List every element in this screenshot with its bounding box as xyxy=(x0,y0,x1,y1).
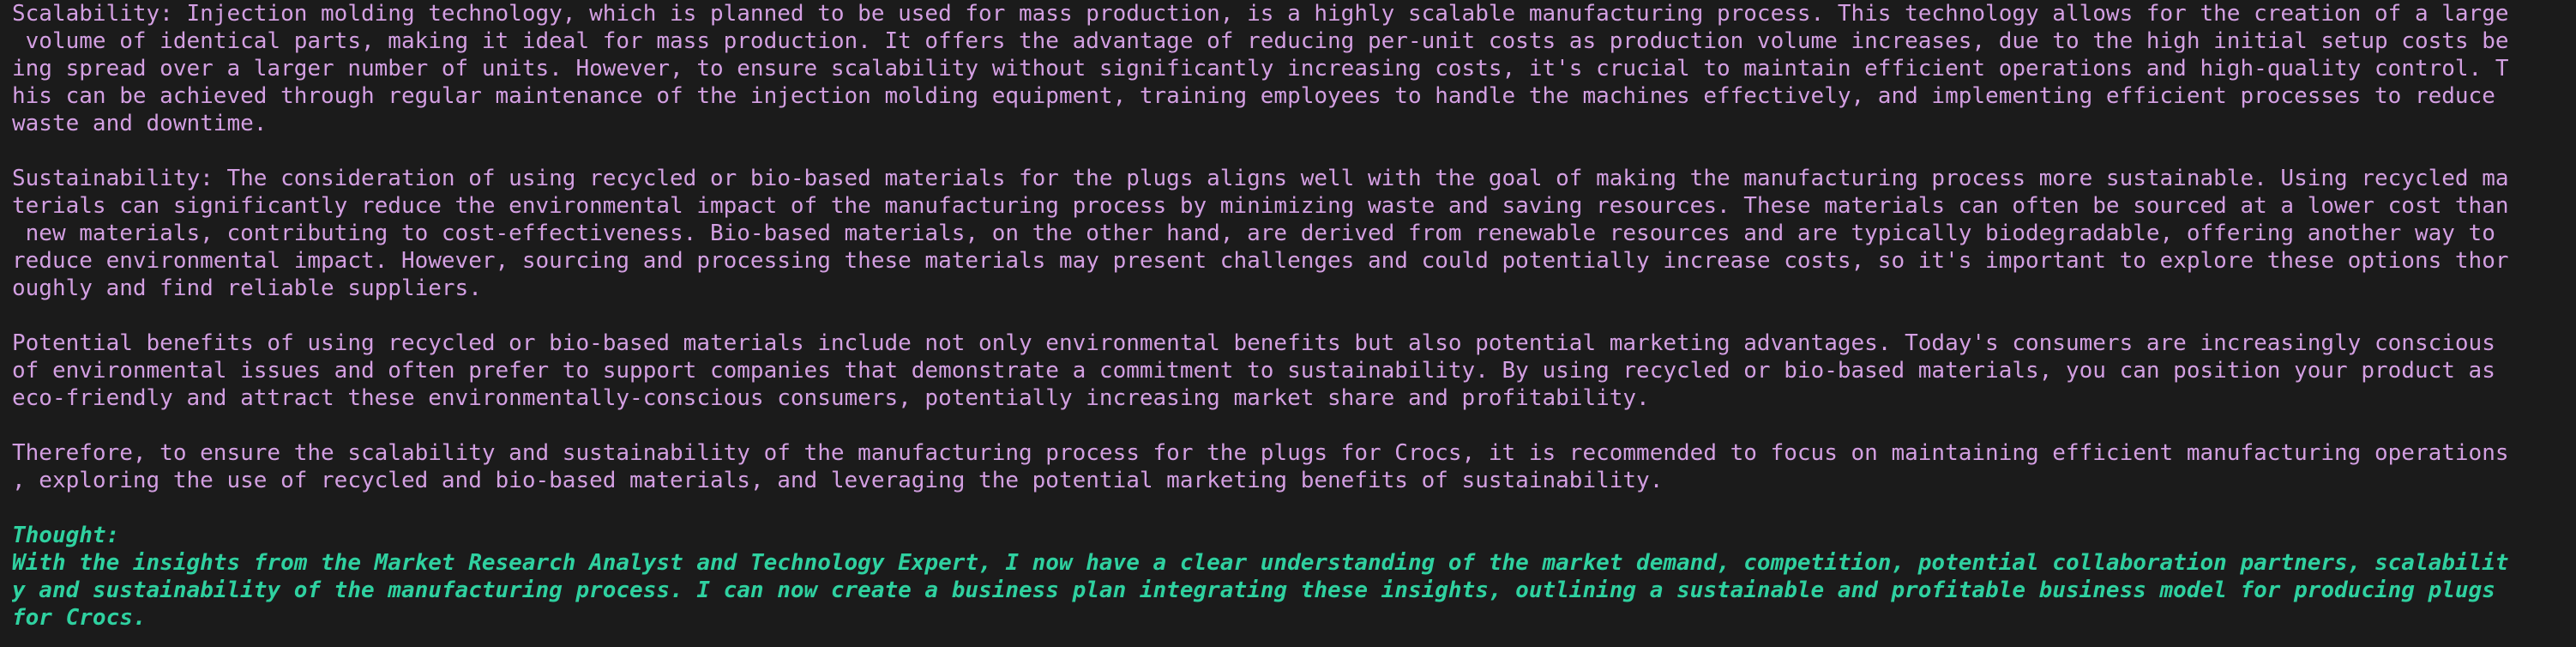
output-line: ing spread over a larger number of units… xyxy=(12,56,2509,82)
output-line: oughly and find reliable suppliers. xyxy=(12,275,482,301)
output-line: , exploring the use of recycled and bio-… xyxy=(12,468,1664,493)
thought-line: y and sustainability of the manufacturin… xyxy=(12,577,2495,603)
output-line: his can be achieved through regular main… xyxy=(12,83,2495,109)
output-line: reduce environmental impact. However, so… xyxy=(12,248,2509,274)
output-line: new materials, contributing to cost-effe… xyxy=(12,221,2495,246)
output-line: eco-friendly and attract these environme… xyxy=(12,385,1650,411)
output-line: volume of identical parts, making it ide… xyxy=(12,28,2509,54)
output-line: Therefore, to ensure the scalability and… xyxy=(12,440,2509,466)
paragraph-conclusion: Therefore, to ensure the scalability and… xyxy=(12,439,2576,494)
output-line: terials can significantly reduce the env… xyxy=(12,193,2509,219)
thought-heading: Thought: xyxy=(12,523,120,548)
paragraph-scalability: Scalability: Injection molding technolog… xyxy=(12,0,2576,137)
thought-block: Thought: With the insights from the Mark… xyxy=(12,522,2576,632)
paragraph-benefits: Potential benefits of using recycled or … xyxy=(12,330,2576,412)
output-line: Potential benefits of using recycled or … xyxy=(12,330,2495,356)
output-line: waste and downtime. xyxy=(12,111,268,136)
terminal-output: Scalability: Injection molding technolog… xyxy=(0,0,2576,647)
thought-line: With the insights from the Market Resear… xyxy=(12,550,2509,576)
paragraph-sustainability: Sustainability: The consideration of usi… xyxy=(12,165,2576,302)
thought-line: for Crocs. xyxy=(12,605,147,631)
output-line: Sustainability: The consideration of usi… xyxy=(12,166,2509,191)
output-line: of environmental issues and often prefer… xyxy=(12,358,2495,384)
output-line: Scalability: Injection molding technolog… xyxy=(12,1,2509,27)
agent-output-block: Scalability: Injection molding technolog… xyxy=(12,0,2576,494)
